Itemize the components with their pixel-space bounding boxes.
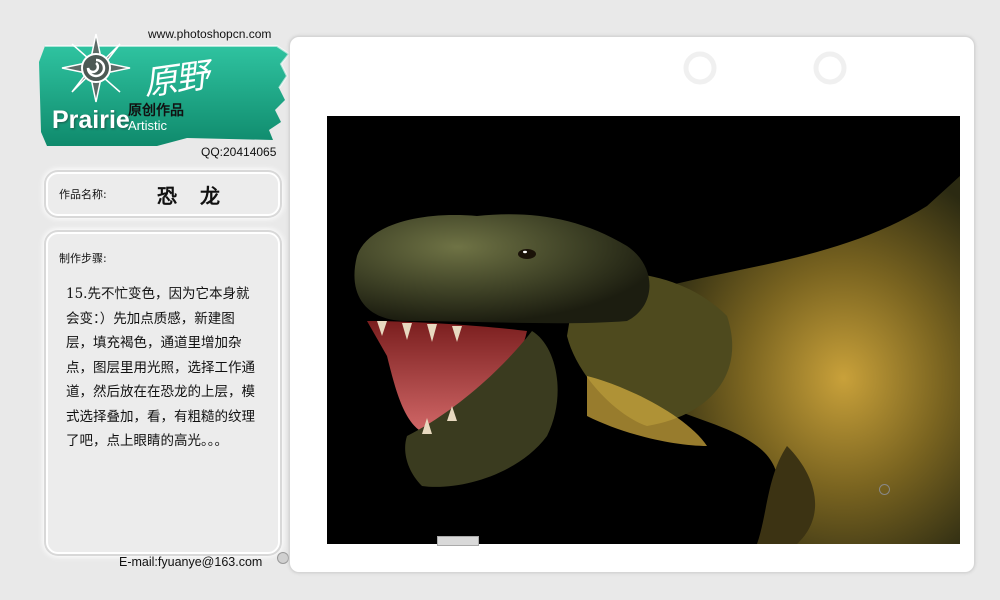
- logo-brand-name: Prairie: [52, 106, 130, 134]
- steps-description: 15.先不忙变色，因为它本身就会变：）先加点质感，新建图层，填充褐色，通道里增加…: [66, 286, 255, 449]
- decorative-dot-icon: [277, 552, 289, 564]
- watermark-sun-icon: [813, 51, 847, 85]
- logo-subtitle-cn: 原创作品: [128, 103, 184, 119]
- site-url[interactable]: www.photoshopcn.com: [148, 27, 271, 41]
- logo-subtitle-en: Artistic: [128, 118, 167, 133]
- small-badge-icon: [437, 536, 479, 546]
- scroll-indicator-icon: [879, 484, 890, 495]
- watermark-sun-icon: [683, 51, 717, 85]
- work-name-value: 恐 龙: [157, 184, 228, 208]
- sun-logo-icon: [60, 32, 132, 104]
- qq-contact: QQ:20414065: [201, 145, 277, 159]
- email-contact[interactable]: E-mail:fyuanye@163.com: [119, 555, 262, 569]
- work-name-label: 作品名称:: [59, 188, 107, 201]
- logo-script-text: 原野: [141, 55, 210, 105]
- steps-label: 制作步骤:: [59, 252, 107, 265]
- dinosaur-artwork: [327, 116, 960, 544]
